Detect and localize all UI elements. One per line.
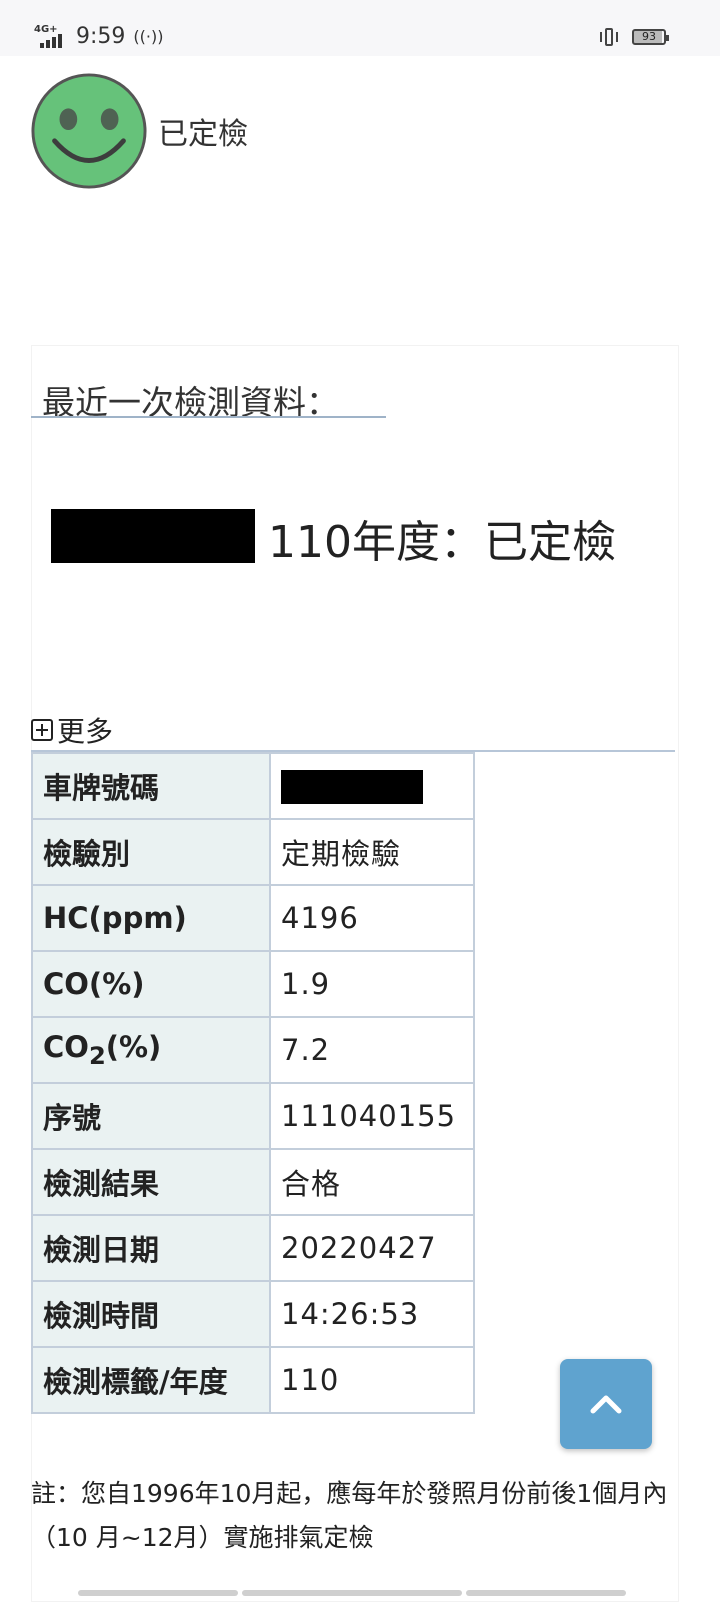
status-title: 已定檢	[158, 117, 248, 152]
table-row: HC(ppm) 4196	[31, 884, 475, 952]
scroll-to-top-button[interactable]	[560, 1359, 652, 1449]
row-label: 檢測日期	[31, 1214, 271, 1282]
horizontal-scrollbar[interactable]	[78, 1590, 628, 1596]
row-value: 20220427	[269, 1214, 475, 1282]
table-row: 車牌號碼	[31, 752, 475, 820]
row-value: 定期檢驗	[269, 818, 475, 886]
chevron-up-icon	[590, 1395, 622, 1414]
row-value: 110	[269, 1346, 475, 1414]
row-label: 車牌號碼	[31, 752, 271, 820]
more-toggle[interactable]: 更多	[31, 710, 113, 750]
redacted-plate-block	[51, 509, 255, 563]
smiley-face-icon	[31, 73, 147, 189]
table-row: 檢測時間 14:26:53	[31, 1280, 475, 1348]
row-value: 14:26:53	[269, 1280, 475, 1348]
table-row: CO2(%) 7.2	[31, 1016, 475, 1084]
table-row: 檢測日期 20220427	[31, 1214, 475, 1282]
inspection-details-table: 車牌號碼 檢驗別 定期檢驗 HC(ppm) 4196 CO(%) 1.9 CO2…	[31, 752, 475, 1414]
battery-icon: 93	[632, 29, 669, 45]
row-value: 1.9	[269, 950, 475, 1018]
row-label: CO(%)	[31, 950, 271, 1018]
table-row: 檢測標籤/年度 110	[31, 1346, 475, 1414]
row-label: 檢測時間	[31, 1280, 271, 1348]
row-value: 7.2	[269, 1016, 475, 1084]
row-label: HC(ppm)	[31, 884, 271, 952]
row-label: 檢測結果	[31, 1148, 271, 1216]
row-label: 序號	[31, 1082, 271, 1150]
inspection-note: 註：您自1996年10月起，應每年於發照月份前後1個月內（10 月~12月）實施…	[31, 1479, 668, 1552]
table-row: CO(%) 1.9	[31, 950, 475, 1018]
row-label: 檢驗別	[31, 818, 271, 886]
plus-box-icon	[31, 719, 53, 741]
status-time: 9:59	[76, 24, 126, 49]
status-bar: 4G+ 9:59 ((·)) 93	[0, 0, 720, 56]
row-label: 檢測標籤/年度	[31, 1346, 271, 1414]
table-row: 檢測結果 合格	[31, 1148, 475, 1216]
status-left: 4G+ 9:59 ((·))	[34, 24, 164, 50]
section-title-underline	[31, 416, 386, 418]
nfc-icon: ((·))	[133, 27, 164, 46]
table-row: 檢驗別 定期檢驗	[31, 818, 475, 886]
more-label: 更多	[57, 715, 114, 748]
table-row: 序號 111040155	[31, 1082, 475, 1150]
row-value-plate	[269, 752, 475, 820]
row-value: 合格	[269, 1148, 475, 1216]
status-right: 93	[600, 28, 669, 46]
row-value: 4196	[269, 884, 475, 952]
redacted-plate-value	[281, 770, 423, 804]
row-label-co2: CO2(%)	[31, 1016, 271, 1084]
inspection-status-header: 已定檢	[30, 72, 248, 190]
vibrate-icon	[600, 28, 618, 46]
signal-icon: 4G+	[34, 24, 64, 48]
result-year-text: 110年度：已定檢	[268, 517, 616, 568]
row-value: 111040155	[269, 1082, 475, 1150]
